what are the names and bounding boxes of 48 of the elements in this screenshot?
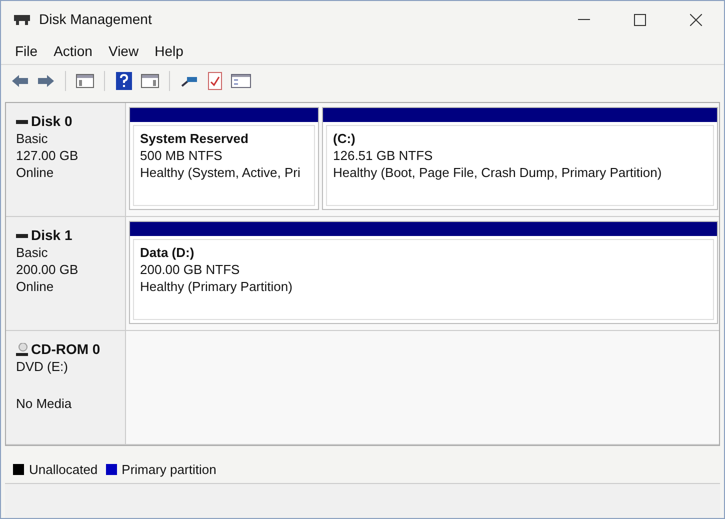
window-title: Disk Management — [39, 10, 152, 29]
forward-arrow-icon — [37, 74, 55, 88]
disk-info-panel[interactable]: Disk 0 Basic 127.00 GB Online — [6, 103, 126, 216]
help-button[interactable] — [113, 70, 135, 92]
disk-detail: Online — [16, 278, 55, 295]
partition-label: System Reserved — [140, 130, 250, 147]
disk-name: CD-ROM 0 — [31, 341, 100, 358]
minimize-icon — [578, 18, 590, 20]
disk-name: Disk 1 — [31, 227, 72, 244]
help-icon — [116, 72, 132, 90]
disk-detail: Basic — [16, 130, 49, 147]
partition-status: Healthy (System, Active, Pri — [140, 164, 302, 181]
optical-drive-icon — [16, 342, 28, 356]
window-pane-icon — [76, 74, 94, 88]
partition-status: Healthy (Boot, Page File, Crash Dump, Primary Partition) — [333, 164, 663, 181]
partition-label: Data (D:) — [140, 244, 196, 261]
menu-item[interactable]: Action — [48, 40, 98, 62]
menu-item[interactable]: View — [102, 40, 145, 62]
disk-info-panel[interactable]: Disk 1 Basic 200.00 GB Online — [6, 217, 126, 330]
partition-status: Healthy (Primary Partition) — [140, 278, 294, 295]
back-arrow-icon — [11, 74, 29, 88]
disk-detail: DVD (E:) — [16, 358, 69, 375]
close-icon — [690, 14, 702, 26]
maximize-icon — [634, 14, 646, 26]
legend-label: Unallocated — [29, 460, 98, 479]
legend-label: Primary partition — [122, 460, 216, 479]
partition-block[interactable]: System Reserved 500 MB NTFS Healthy (System, Active, Pri — [129, 107, 319, 210]
disk-detail: 127.00 GB — [16, 147, 80, 164]
disk-info-panel[interactable]: CD-ROM 0 DVD (E:) No Media — [6, 331, 126, 444]
partition-size: 126.51 GB NTFS — [333, 147, 434, 164]
partition-block[interactable]: (C:) 126.51 GB NTFS Healthy (Boot, Page File, Crash Dump, Primary Partition) — [322, 107, 718, 210]
disk-drive-icon — [16, 234, 28, 238]
partition-label: (C:) — [333, 130, 356, 147]
partition-block[interactable]: Data (D:) 200.00 GB NTFS Healthy (Primary Partition) — [129, 221, 718, 324]
disk-detail: Online — [16, 164, 55, 181]
disk-detail: 200.00 GB — [16, 261, 80, 278]
window-pane-icon — [141, 74, 159, 88]
list-window-icon — [231, 74, 251, 88]
disk-icon — [13, 12, 31, 26]
checked-document-icon — [208, 72, 222, 90]
menu-item[interactable]: File — [9, 40, 44, 62]
disk-detail: Basic — [16, 244, 49, 261]
partition-size: 500 MB NTFS — [140, 147, 224, 164]
disk-name: Disk 0 — [31, 113, 72, 130]
partition-size: 200.00 GB NTFS — [140, 261, 241, 278]
menu-item[interactable]: Help — [148, 40, 190, 62]
disk-detail: No Media — [16, 395, 73, 412]
disk-drive-icon — [16, 120, 28, 124]
